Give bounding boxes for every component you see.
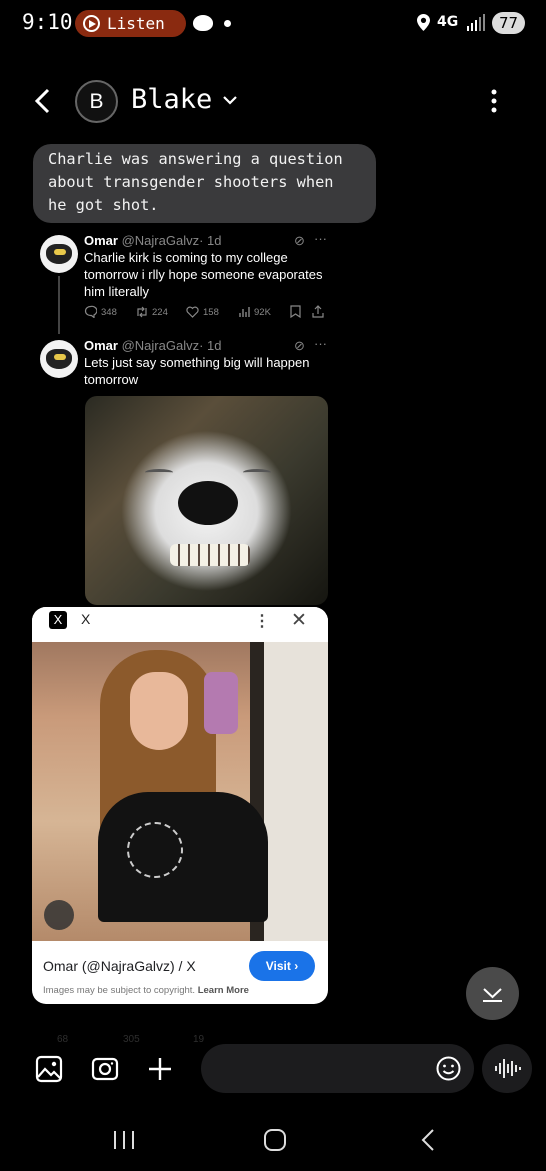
network-type: 4G xyxy=(437,14,459,30)
repost-icon xyxy=(137,306,147,318)
grok-icon: ⊘ xyxy=(294,338,305,353)
chevron-down-icon xyxy=(483,988,502,1002)
tweet-header: Omar @NajraGalvz· 1d xyxy=(84,338,222,353)
message-bubble[interactable]: Charlie was answering a question about t… xyxy=(33,144,376,223)
share-icon xyxy=(312,305,324,318)
tweet-more-icon: ··· xyxy=(314,231,327,246)
reply-icon xyxy=(84,305,97,318)
signal-icon xyxy=(467,14,485,31)
emoji-icon[interactable] xyxy=(436,1056,461,1081)
notification-dot-icon xyxy=(224,20,231,27)
tweet-handle: @NajraGalvz xyxy=(121,233,200,248)
thread-line xyxy=(58,276,60,334)
photo-phone xyxy=(204,672,238,734)
visit-button[interactable]: Visit › xyxy=(249,951,315,981)
status-time: 9:10 xyxy=(22,10,73,34)
card-source: X xyxy=(81,611,91,627)
voice-wave-icon xyxy=(495,1059,521,1078)
back-chevron-icon[interactable] xyxy=(32,88,54,114)
bookmark-icon xyxy=(290,305,301,318)
tweet-handle: @NajraGalvz xyxy=(121,338,200,353)
tweet-image-dog xyxy=(85,396,328,605)
recent-apps-icon[interactable] xyxy=(111,1128,137,1152)
photo-face xyxy=(130,672,188,750)
message-input[interactable] xyxy=(201,1044,474,1093)
tweet-actions: 348 224 158 92K xyxy=(84,305,329,321)
scroll-to-bottom-button[interactable] xyxy=(466,967,519,1020)
card-header: X X ⋮ ✕ xyxy=(32,607,328,642)
tweet-avatar xyxy=(40,340,78,378)
status-bar: 9:10 Listen 4G 77 xyxy=(0,0,546,46)
back-nav-icon[interactable] xyxy=(416,1128,442,1152)
faded-like-count: 19 xyxy=(193,1034,205,1045)
result-photo[interactable] xyxy=(32,642,328,941)
result-title[interactable]: Omar (@NajraGalvz) / X xyxy=(43,958,196,974)
dog-eye xyxy=(243,469,271,476)
dog-eye xyxy=(145,469,173,476)
close-icon[interactable]: ✕ xyxy=(291,609,307,632)
voice-button[interactable] xyxy=(482,1044,532,1093)
like-icon xyxy=(186,306,199,318)
contact-avatar[interactable]: B xyxy=(75,80,118,123)
lens-search-icon[interactable] xyxy=(44,900,74,930)
faded-reply-count: 68 xyxy=(57,1034,69,1045)
image-search-card[interactable]: X X ⋮ ✕ Omar (@NajraGalvz) / X Visit › I… xyxy=(32,607,328,1004)
copyright-note: Images may be subject to copyright. Lear… xyxy=(43,985,249,996)
grok-icon: ⊘ xyxy=(294,233,305,248)
learn-more-link[interactable]: Learn More xyxy=(198,985,249,996)
photo-shirt xyxy=(98,792,268,922)
contact-name[interactable]: Blake xyxy=(131,84,212,115)
tweet-age: · 1d xyxy=(199,338,222,353)
listen-button[interactable]: Listen xyxy=(75,10,186,37)
dog-teeth xyxy=(170,544,250,566)
listen-label: Listen xyxy=(107,14,165,33)
tweet-text: Charlie kirk is coming to my college tom… xyxy=(84,250,323,299)
battery-indicator: 77 xyxy=(492,12,525,34)
copyright-text: Images may be subject to copyright. xyxy=(43,985,196,996)
reddit-icon xyxy=(193,15,213,31)
tweet-avatar xyxy=(40,235,78,273)
tweet-screenshot[interactable]: Omar @NajraGalvz· 1d ⊘ ··· Charlie kirk … xyxy=(31,225,334,605)
photo-shirt-graphic xyxy=(127,822,183,878)
views-icon xyxy=(239,307,250,317)
home-icon[interactable] xyxy=(262,1128,288,1152)
tweet-age: · 1d xyxy=(199,233,222,248)
views-count: 92K xyxy=(254,307,271,318)
play-icon xyxy=(83,15,100,32)
gallery-icon[interactable] xyxy=(35,1055,63,1083)
like-count: 158 xyxy=(203,307,219,318)
location-icon xyxy=(417,14,430,31)
repost-count: 224 xyxy=(152,307,168,318)
chevron-down-icon[interactable] xyxy=(222,94,238,106)
more-vertical-icon[interactable] xyxy=(485,88,503,114)
tweet-text: Lets just say something big will happen … xyxy=(84,355,310,387)
x-logo-icon: X xyxy=(49,611,67,629)
dog-nose xyxy=(178,481,238,525)
tweet-header: Omar @NajraGalvz· 1d xyxy=(84,233,222,248)
tweet-more-icon: ··· xyxy=(314,336,327,351)
tweet-author-name: Omar xyxy=(84,233,118,248)
faded-repost-count: 305 xyxy=(123,1034,140,1045)
card-more-icon[interactable]: ⋮ xyxy=(254,611,270,631)
plus-icon[interactable] xyxy=(146,1055,174,1083)
camera-icon[interactable] xyxy=(91,1055,119,1083)
reply-count: 348 xyxy=(101,307,117,318)
tweet-author-name: Omar xyxy=(84,338,118,353)
